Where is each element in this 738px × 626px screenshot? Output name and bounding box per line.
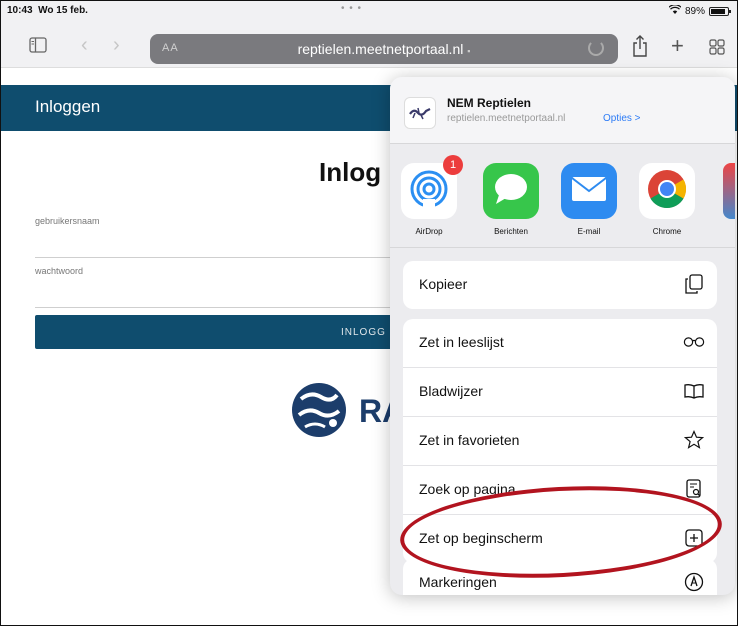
star-icon [683,429,705,451]
action-bookmark[interactable]: Bladwijzer [403,368,717,417]
share-icon[interactable] [632,35,648,61]
login-button[interactable]: INLOGG [35,315,397,349]
url-text: reptielen.meetnetportaal.nl [297,41,464,57]
password-field[interactable]: wachtwoord [35,266,83,276]
username-underline [35,257,395,258]
action-find[interactable]: Zoek op pagina [403,466,717,515]
action-copy[interactable]: Kopieer [403,261,717,309]
share-site-url: reptielen.meetnetportaal.nl [447,113,566,124]
app-more[interactable] [718,163,735,219]
book-icon [683,380,705,402]
login-title: Inlog [319,157,382,187]
app-messages[interactable]: Berichten [480,163,542,236]
app-label: Berichten [494,227,528,236]
new-tab-icon[interactable]: + [671,35,684,57]
copy-icon [683,273,705,295]
action-group-copy: Kopieer [403,261,717,309]
action-group-main: Zet in leeslijst Bladwijzer Zet in favor… [403,319,717,563]
sidebar-icon[interactable] [29,37,47,57]
app-chrome[interactable]: Chrome [636,163,698,236]
add-square-icon [683,527,705,549]
glasses-icon [683,331,705,353]
wifi-icon [668,4,682,17]
username-field[interactable]: gebruikersnaam [35,216,100,226]
browser-toolbar: ‹ › AA reptielen.meetnetportaal.nl ▪ + [1,27,737,68]
app-mail[interactable]: E-mail [558,163,620,236]
markup-pen-icon [683,571,705,593]
status-time: 10:43 Wo 15 feb. [7,5,88,16]
site-icon [404,97,436,129]
options-link[interactable]: Opties > [603,113,641,124]
messages-icon [491,171,531,212]
mail-icon [570,175,608,208]
airdrop-icon [409,169,449,214]
share-header: NEM Reptielen reptielen.meetnetportaal.n… [390,77,735,144]
address-bar[interactable]: AA reptielen.meetnetportaal.nl ▪ [150,34,618,64]
find-in-page-icon [683,478,705,500]
action-favorites[interactable]: Zet in favorieten [403,417,717,466]
reload-icon[interactable] [588,40,604,56]
action-markup[interactable]: Markeringen [403,559,717,595]
action-reading-list[interactable]: Zet in leeslijst [403,319,717,368]
lock-icon: ▪ [467,46,471,56]
back-arrow-icon[interactable]: ‹ [81,35,88,55]
action-add-to-home-screen[interactable]: Zet op beginscherm [403,515,717,563]
password-underline [35,307,395,308]
screen: 10:43 Wo 15 feb. • • • 89% ‹ › AA reptie… [0,0,738,626]
app-label: Chrome [652,227,682,236]
app-label: E-mail [577,227,601,236]
ravon-logo [287,381,351,439]
page-header-title: Inloggen [35,97,101,116]
battery-percent: 89% [684,5,705,17]
share-apps-row: 1 AirDrop Berichten E-mail Chrome [390,143,735,248]
forward-arrow-icon[interactable]: › [113,35,120,55]
app-label: AirDrop [415,227,443,236]
share-site-title: NEM Reptielen [447,96,532,110]
battery-icon [709,6,731,16]
chrome-icon [646,168,688,215]
action-group-markup: Markeringen [403,559,717,595]
notification-badge: 1 [443,155,463,175]
status-bar: 10:43 Wo 15 feb. • • • 89% [1,1,737,27]
tab-overview-icon[interactable] [709,39,725,59]
multitask-dots[interactable]: • • • [341,3,362,14]
share-sheet: NEM Reptielen reptielen.meetnetportaal.n… [390,77,735,595]
app-airdrop[interactable]: 1 AirDrop [398,155,463,236]
